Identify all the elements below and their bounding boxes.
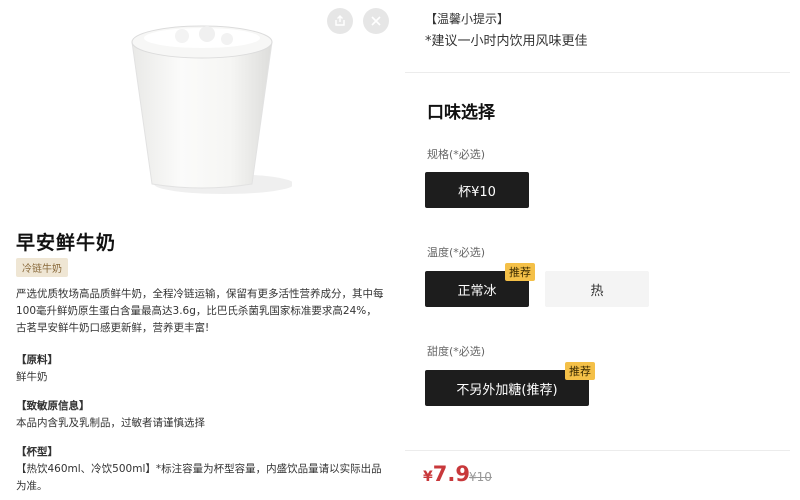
recommend-badge: 推荐 [505, 263, 535, 281]
current-price: ¥7.9 [423, 462, 470, 486]
product-detail-page: 早安鲜牛奶 冷链牛奶 严选优质牧场高品质鲜牛奶，全程冷链运输，保留有更多活性营养… [0, 0, 800, 500]
divider [405, 72, 790, 73]
price-bar: ¥7.9 ¥10 [405, 452, 800, 500]
size-option-cup[interactable]: 杯¥10 [425, 172, 529, 208]
milk-cup-image [131, 25, 292, 194]
tip-text: *建议一小时内饮用风味更佳 [425, 34, 588, 49]
temperature-option-label: 正常冰 [457, 283, 497, 299]
size-label: 规格(*必选) [427, 148, 486, 161]
product-info-panel: 早安鲜牛奶 冷链牛奶 严选优质牧场高品质鲜牛奶，全程冷链运输，保留有更多活性营养… [0, 0, 400, 500]
product-name: 早安鲜牛奶 [16, 232, 117, 254]
product-description: 严选优质牧场高品质鲜牛奶，全程冷链运输，保留有更多活性营养成分，其中每100毫升… [16, 288, 384, 334]
close-icon [371, 16, 381, 26]
temperature-option-normal-ice[interactable]: 正常冰 推荐 [425, 263, 535, 307]
options-panel: 【温馨小提示】 *建议一小时内饮用风味更佳 口味选择 规格(*必选) 杯¥10 … [405, 0, 800, 500]
sweetness-option-no-sugar[interactable]: 不另外加糖(推荐) 推荐 [425, 362, 595, 406]
divider [405, 450, 790, 451]
product-tag: 冷链牛奶 [16, 258, 68, 277]
currency-symbol: ¥ [423, 469, 433, 485]
recommend-badge: 推荐 [565, 362, 595, 380]
ingredients-value: 鲜牛奶 [16, 371, 48, 383]
top-actions [327, 8, 389, 34]
allergen-section: 【致敏原信息】 本品内含乳及乳制品，过敏者请谨慎选择 [16, 398, 205, 432]
share-icon [335, 15, 345, 26]
temperature-option-label: 热 [590, 283, 604, 299]
cup-section: 【杯型】 【热饮460ml、冷饮500ml】*标注容量为杯型容量，内盛饮品量请以… [16, 444, 386, 495]
temperature-label: 温度(*必选) [427, 246, 486, 259]
tip-title: 【温馨小提示】 [425, 12, 510, 26]
temperature-option-hot[interactable]: 热 [545, 271, 649, 307]
cup-value: 【热饮460ml、冷饮500ml】*标注容量为杯型容量，内盛饮品量请以实际出品为… [16, 463, 382, 492]
cup-title: 【杯型】 [16, 446, 58, 458]
allergen-value: 本品内含乳及乳制品，过敏者请谨慎选择 [16, 417, 205, 429]
allergen-title: 【致敏原信息】 [16, 400, 90, 412]
options-title: 口味选择 [427, 103, 495, 123]
close-button[interactable] [363, 8, 389, 34]
sweetness-option-label: 不另外加糖(推荐) [456, 382, 558, 398]
share-button[interactable] [327, 8, 353, 34]
ingredients-section: 【原料】 鲜牛奶 [16, 352, 58, 386]
size-option-label: 杯¥10 [458, 184, 496, 200]
current-price-value: 7.9 [432, 462, 470, 486]
original-price: ¥10 [469, 470, 492, 484]
sweetness-label: 甜度(*必选) [427, 345, 486, 358]
ingredients-title: 【原料】 [16, 354, 58, 366]
